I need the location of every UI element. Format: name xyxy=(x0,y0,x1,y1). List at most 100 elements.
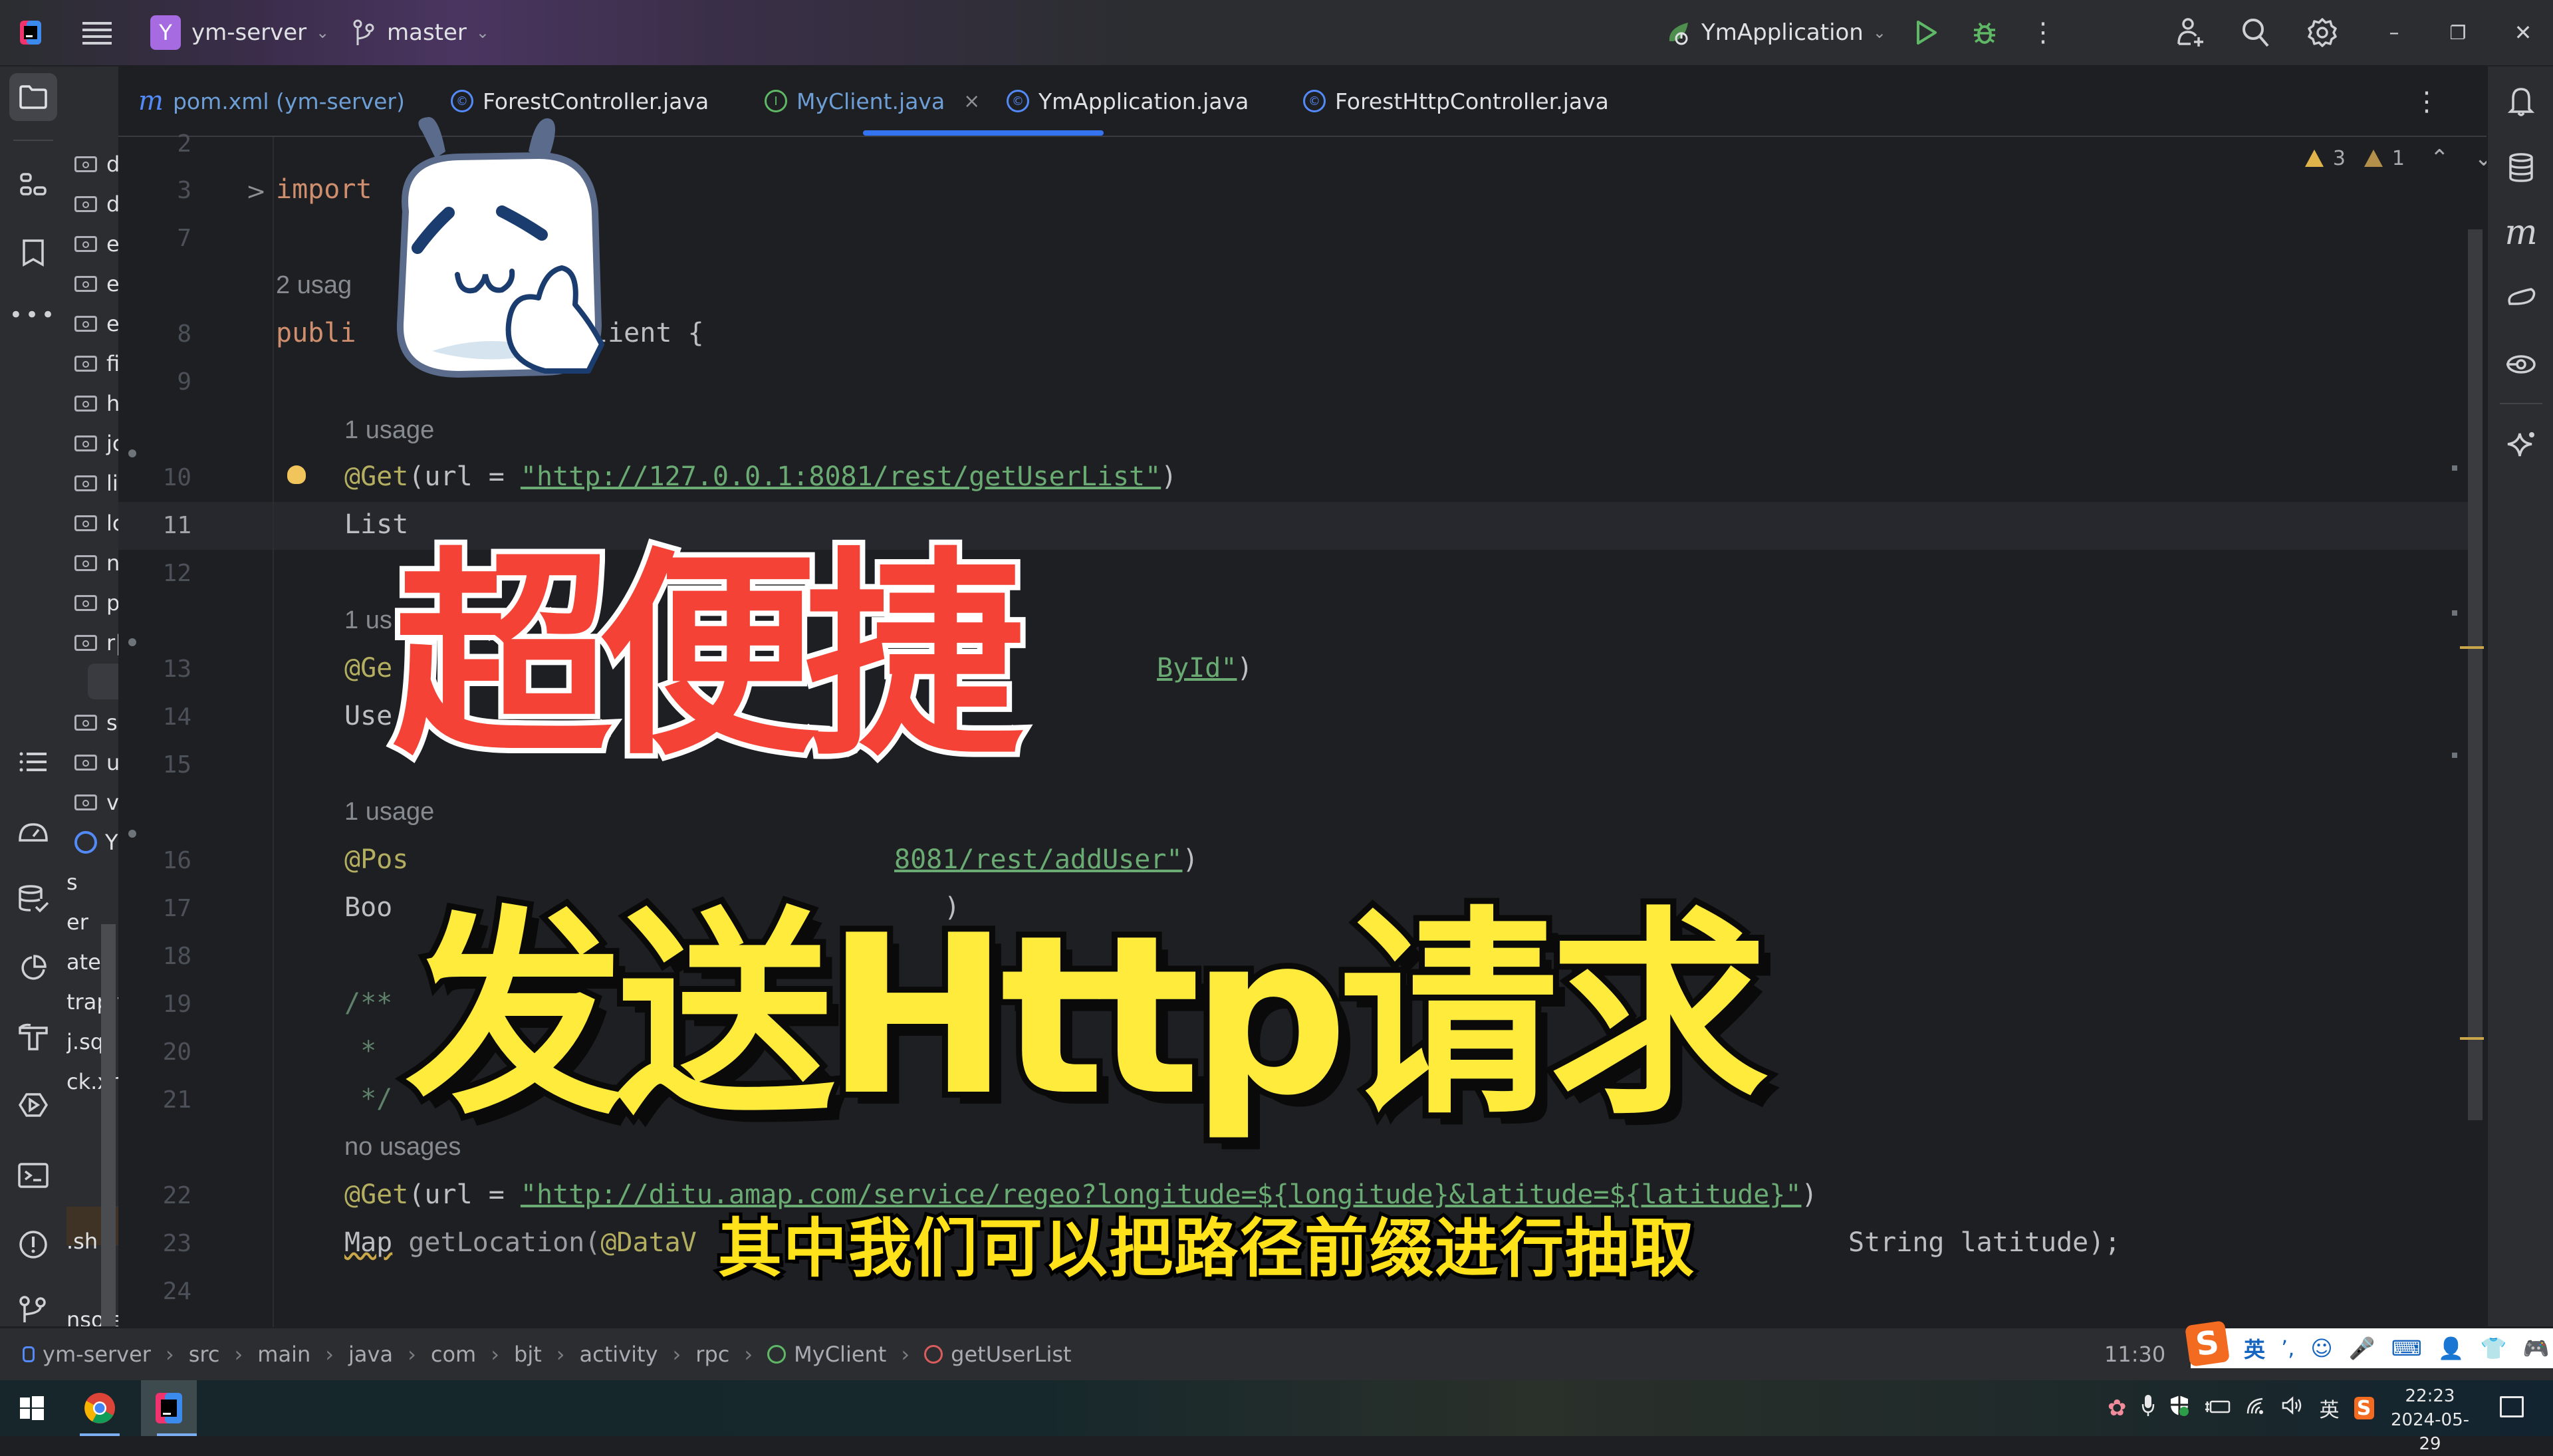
git-icon[interactable] xyxy=(15,1291,52,1328)
settings-icon[interactable] xyxy=(2306,16,2339,49)
tab-more-icon[interactable]: ⋮ xyxy=(2413,86,2440,117)
action-center-icon[interactable] xyxy=(2500,1396,2524,1417)
inspection-widget[interactable]: 3 1 ⌃ ⌄ xyxy=(2304,145,2493,172)
tree-folder[interactable]: r| xyxy=(74,626,118,660)
breadcrumb-item[interactable]: bjt xyxy=(514,1342,542,1367)
wifi-icon[interactable] xyxy=(2245,1396,2266,1420)
tree-folder[interactable]: e xyxy=(74,307,118,340)
usage-hint[interactable]: 1 usage xyxy=(344,416,434,445)
tree-folder[interactable]: lc xyxy=(74,507,118,540)
more-icon[interactable]: ⋮ xyxy=(2026,16,2060,49)
tree-file[interactable]: er xyxy=(66,906,88,939)
tree-folder[interactable]: d xyxy=(74,148,118,181)
account-icon[interactable]: 👤 xyxy=(2438,1336,2465,1361)
tree-folder[interactable]: e xyxy=(74,227,118,261)
previous-highlight-icon[interactable]: ⌃ xyxy=(2430,145,2449,172)
notifications-icon[interactable] xyxy=(2502,82,2540,120)
skin-icon[interactable]: 👕 xyxy=(2481,1336,2507,1361)
fold-expand-icon[interactable]: > xyxy=(246,178,266,205)
structure-icon[interactable] xyxy=(15,168,52,205)
tree-folder[interactable]: d xyxy=(74,187,118,221)
run-config-selector[interactable]: YmApplication ⌄ xyxy=(1665,0,1886,65)
maven-icon[interactable]: m xyxy=(2502,213,2540,253)
tree-file[interactable]: s xyxy=(66,866,78,899)
tab-my-client[interactable]: I MyClient.java × xyxy=(765,66,980,136)
usage-hint[interactable]: 1 usage xyxy=(344,798,434,826)
tab-forest-http-controller[interactable]: © ForestHttpController.java xyxy=(1303,66,1609,136)
tab-ym-application[interactable]: © YmApplication.java xyxy=(1007,66,1249,136)
tree-folder[interactable]: v xyxy=(74,786,118,819)
lightbulb-icon[interactable] xyxy=(287,465,306,484)
coverage-icon[interactable] xyxy=(15,949,52,987)
project-selector[interactable]: Y ym-server ⌄ xyxy=(150,0,329,65)
build-icon[interactable] xyxy=(15,1019,52,1056)
breadcrumb-item[interactable]: activity xyxy=(580,1342,658,1367)
warning-stripe-mark[interactable] xyxy=(2460,646,2484,649)
tree-folder[interactable]: u xyxy=(74,746,118,779)
services-icon[interactable] xyxy=(15,1086,52,1124)
breadcrumb-item[interactable]: rpc xyxy=(695,1342,729,1367)
endpoints-icon[interactable] xyxy=(2502,346,2540,383)
tree-folder[interactable]: e xyxy=(74,267,118,301)
breadcrumb-item[interactable]: src xyxy=(189,1342,220,1367)
warning-stripe-mark[interactable] xyxy=(2460,1037,2484,1040)
breadcrumb-item[interactable]: getUserList xyxy=(951,1342,1071,1367)
usage-hint[interactable]: 1 us xyxy=(344,606,392,635)
url-string[interactable]: ById" xyxy=(1157,653,1237,683)
voice-input-icon[interactable]: 🎤 xyxy=(2349,1336,2375,1361)
main-menu-icon[interactable] xyxy=(82,0,112,65)
breadcrumb-item[interactable]: ym-server xyxy=(43,1342,151,1367)
tree-file[interactable]: .sh xyxy=(66,1225,98,1258)
tree-selected-row[interactable] xyxy=(88,664,118,699)
tab-close-icon[interactable]: × xyxy=(963,90,980,113)
project-icon[interactable] xyxy=(9,73,57,121)
tree-folder[interactable]: jc xyxy=(74,427,118,460)
profiler-icon[interactable] xyxy=(15,814,52,851)
breadcrumb-item[interactable]: main xyxy=(257,1342,310,1367)
add-user-icon[interactable] xyxy=(2174,16,2207,49)
breadcrumb-item[interactable]: java xyxy=(348,1342,393,1367)
tree-folder[interactable]: li xyxy=(74,467,118,500)
breadcrumb-item[interactable]: com xyxy=(431,1342,476,1367)
terminal-icon[interactable] xyxy=(15,1157,52,1194)
more-tools-icon[interactable]: ••• xyxy=(9,297,55,334)
ai-assistant-icon[interactable] xyxy=(2502,425,2540,463)
security-icon[interactable] xyxy=(2169,1394,2189,1422)
windows-start-icon[interactable] xyxy=(11,1387,53,1429)
chrome-icon[interactable] xyxy=(78,1387,121,1429)
todo-icon[interactable] xyxy=(15,743,52,781)
battery-icon[interactable] xyxy=(2204,1397,2231,1420)
game-icon[interactable]: 🎮 xyxy=(2522,1336,2549,1361)
breadcrumb-item[interactable]: MyClient xyxy=(794,1342,886,1367)
close-button[interactable]: ✕ xyxy=(2506,16,2540,49)
database-icon[interactable] xyxy=(2502,149,2540,186)
debug-icon[interactable] xyxy=(1968,16,2001,49)
usage-hint[interactable]: 2 usag xyxy=(276,271,352,300)
volume-icon[interactable] xyxy=(2281,1396,2305,1420)
microphone-icon[interactable] xyxy=(2141,1394,2155,1423)
editor-scrollbar[interactable] xyxy=(2468,229,2483,1120)
run-icon[interactable] xyxy=(1909,16,1943,49)
tree-folder[interactable]: s xyxy=(74,706,118,739)
problems-icon[interactable] xyxy=(15,1226,52,1263)
tree-folder[interactable]: fi xyxy=(74,347,118,380)
input-language-indicator[interactable]: 英 xyxy=(2320,1394,2340,1423)
ime-mode-toggle[interactable]: 英 xyxy=(2244,1333,2265,1364)
tree-folder[interactable]: h xyxy=(74,387,118,420)
project-scrollbar[interactable] xyxy=(101,924,116,1326)
gradle-icon[interactable] xyxy=(2502,278,2540,315)
keyboard-icon[interactable]: ⌨ xyxy=(2391,1336,2422,1361)
punctuation-icon[interactable]: ’, xyxy=(2281,1336,2294,1361)
tree-app-class[interactable]: Y xyxy=(74,826,118,859)
taskbar-clock[interactable]: 22:23 2024-05-29 xyxy=(2380,1384,2480,1456)
sogou-logo-icon[interactable]: S xyxy=(2184,1320,2231,1367)
caret-position[interactable]: 11:30 xyxy=(2104,1328,2165,1380)
bookmarks-icon[interactable] xyxy=(15,234,52,271)
app-logo-icon[interactable] xyxy=(19,0,43,65)
minimize-button[interactable]: – xyxy=(2377,16,2411,49)
emoji-icon[interactable]: ☺ xyxy=(2310,1336,2332,1361)
restore-button[interactable]: ❐ xyxy=(2441,16,2475,49)
tree-folder[interactable]: n xyxy=(74,546,118,580)
database-check-icon[interactable] xyxy=(15,880,52,917)
tree-folder[interactable]: p xyxy=(74,586,118,620)
